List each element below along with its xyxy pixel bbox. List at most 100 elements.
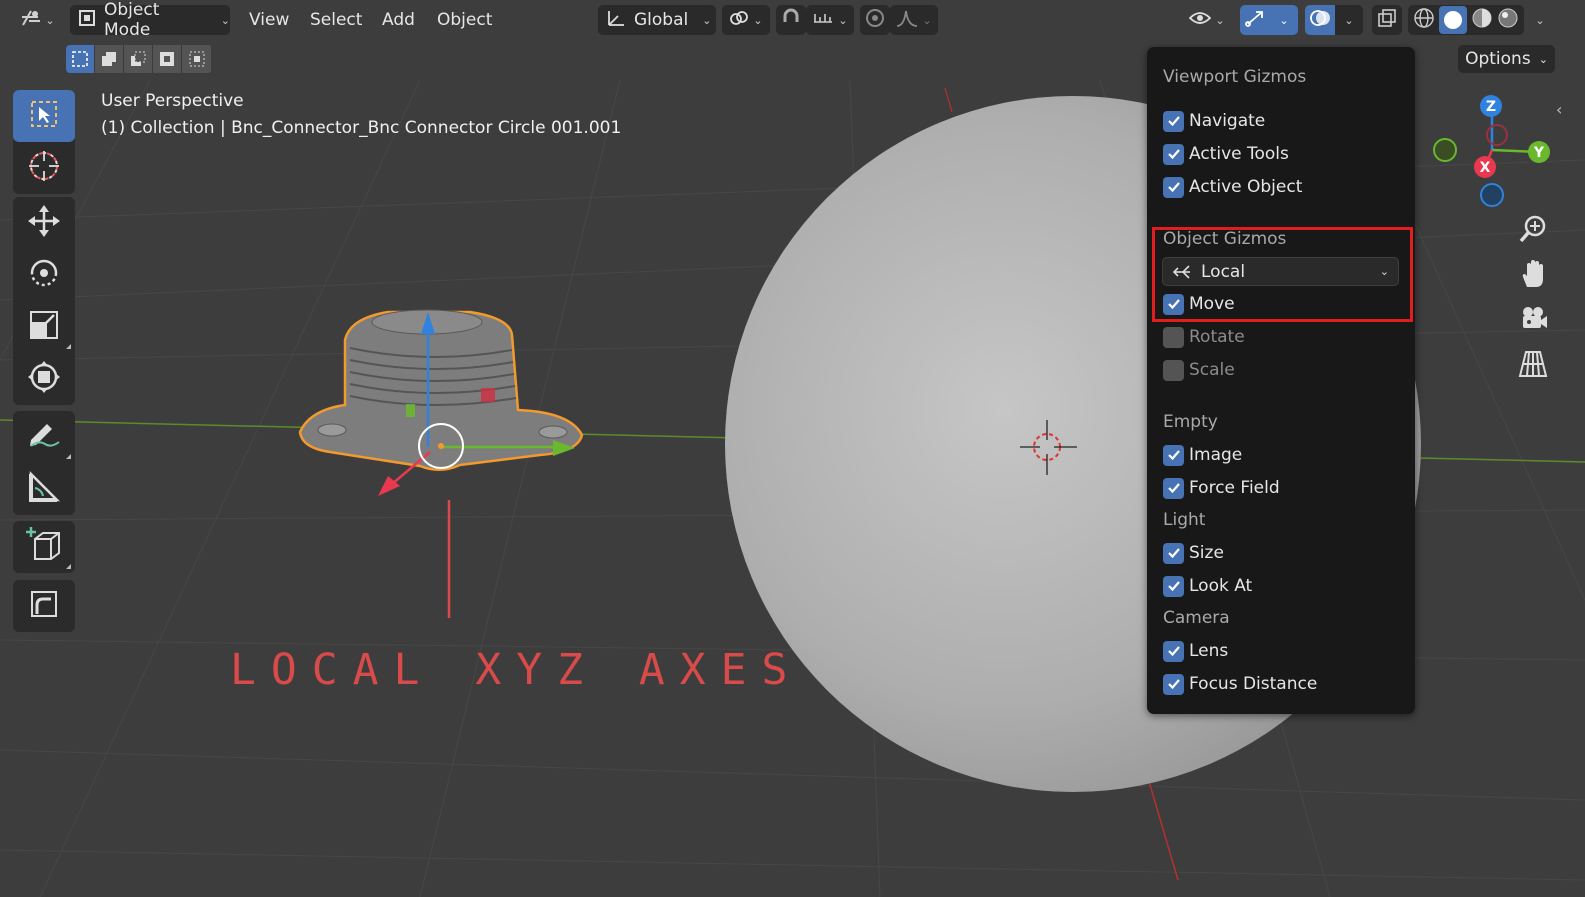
checkbox-label: Rotate [1189,327,1245,347]
snap-toggle[interactable] [776,5,806,35]
menu-add[interactable]: Add [382,5,415,35]
toolbar-annotate-group [13,411,75,515]
viewport-gizmos-popover: Viewport Gizmos Navigate Active Tools Ac… [1147,47,1415,714]
menu-select[interactable]: Select [310,5,362,35]
bend-tool[interactable] [13,580,75,632]
tool-variants-indicator [66,454,71,459]
xray-icon [1377,8,1397,33]
gizmo-toggle[interactable] [1240,5,1270,35]
material-shading-icon[interactable] [1471,7,1493,34]
checkbox-label: Active Object [1189,177,1303,197]
wireframe-shading-icon[interactable] [1413,7,1435,34]
rendered-shading-icon[interactable] [1497,7,1519,34]
zoom-button[interactable] [1512,210,1554,252]
overlays-toggle[interactable] [1305,5,1335,35]
collection-label: (1) Collection | Bnc_Connector_Bnc Conne… [101,118,622,138]
add-cube-tool[interactable] [13,521,75,573]
select-box-tool[interactable] [13,90,75,142]
scale-tool[interactable] [13,301,75,353]
proportional-edit-toggle[interactable] [860,5,890,35]
transform-tool[interactable] [13,353,75,405]
mode-label: Object Mode [104,0,160,40]
chevron-down-icon: ⌄ [1379,265,1389,278]
menu-object[interactable]: Object [437,5,492,35]
checkmark-icon [1163,143,1184,165]
checkbox-active-object[interactable]: Active Object [1163,175,1302,199]
select-new-icon[interactable] [66,45,95,73]
shading-dropdown[interactable]: ⌄ [1526,5,1554,35]
checkbox-box [1163,326,1184,348]
checkbox-scale[interactable]: Scale [1163,358,1235,382]
measure-tool[interactable] [13,463,75,515]
options-button[interactable]: Options ⌄ [1458,45,1555,73]
select-subtract-icon[interactable] [124,45,153,73]
tool-variants-indicator [66,344,71,349]
cursor-tool[interactable] [13,142,75,194]
checkbox-rotate[interactable]: Rotate [1163,325,1245,349]
checkbox-focus-distance[interactable]: Focus Distance [1163,672,1317,696]
chevron-down-icon: ⌄ [45,13,55,27]
viewport-header: ⌄ Object Mode ⌄ View Select Add Object G… [0,0,1585,40]
checkbox-navigate[interactable]: Navigate [1163,109,1265,133]
toolbar-select-group [13,90,75,194]
visibility-button[interactable]: ⌄ [1183,5,1231,35]
checkbox-label: Look At [1189,576,1253,596]
perspective-toggle-button[interactable] [1512,345,1554,387]
checkbox-image[interactable]: Image [1163,443,1242,467]
checkbox-light-size[interactable]: Size [1163,541,1224,565]
navigation-gizmo[interactable]: Z Y X [1425,88,1560,213]
move-tool[interactable] [13,197,75,249]
checkbox-label: Active Tools [1189,144,1289,164]
xray-toggle[interactable] [1372,5,1402,35]
gizmo-x-label: X [1480,160,1491,176]
chevron-down-icon: ⌄ [220,13,230,27]
gizmo-y-label: Y [1533,145,1545,161]
grid-perspective-icon [1518,349,1548,383]
chevron-down-icon: ⌄ [838,13,848,27]
checkbox-move[interactable]: Move [1163,292,1235,316]
checkbox-label: Image [1189,445,1243,465]
checkmark-icon [1163,575,1184,597]
checkbox-force-field[interactable]: Force Field [1163,476,1280,500]
checkbox-lens[interactable]: Lens [1163,639,1228,663]
menu-view[interactable]: View [249,5,289,35]
3d-viewport[interactable]: ⌄ Object Mode ⌄ View Select Add Object G… [0,0,1585,897]
checkbox-label: Lens [1189,641,1229,661]
solid-shading-icon[interactable] [1439,6,1467,34]
pivot-point-button[interactable]: ⌄ [722,5,770,35]
mode-selector[interactable]: Object Mode ⌄ [70,0,230,40]
checkbox-active-tools[interactable]: Active Tools [1163,142,1289,166]
empty-section-title: Empty [1163,412,1218,432]
orientation-axes-icon [604,8,626,33]
local-orientation-icon [1171,263,1193,281]
tool-variants-indicator [66,564,71,569]
pan-button[interactable] [1512,255,1554,297]
checkbox-label: Focus Distance [1189,674,1318,694]
transform-orientation-selector[interactable]: Global ⌄ [598,5,716,35]
sidebar-toggle-icon[interactable]: ‹ [1556,100,1562,119]
chevron-down-icon: ⌄ [1279,13,1289,27]
select-invert-icon[interactable] [153,45,182,73]
orientation-value: Local [1201,261,1246,282]
falloff-button[interactable]: ⌄ [890,5,938,35]
toolbar-edit-group [13,580,75,632]
proportional-edit-icon [865,8,885,33]
select-intersect-icon[interactable] [182,45,211,73]
annotate-tool[interactable] [13,411,75,463]
hand-icon [1518,259,1548,293]
snap-target-button[interactable]: ⌄ [806,5,854,35]
chevron-down-icon: ⌄ [1344,13,1354,27]
camera-view-button[interactable] [1512,300,1554,342]
camera-section-title: Camera [1163,608,1230,628]
select-extend-icon[interactable] [95,45,124,73]
overlays-dropdown[interactable]: ⌄ [1335,5,1363,35]
checkbox-look-at[interactable]: Look At [1163,574,1252,598]
pivot-icon [729,8,749,33]
editor-type-button[interactable]: ⌄ [18,5,58,35]
toolbar-transform-group [13,197,75,405]
checkbox-box [1163,359,1184,381]
gizmo-dropdown[interactable]: ⌄ [1270,5,1298,35]
chevron-down-icon: ⌄ [1538,52,1548,66]
rotate-tool[interactable] [13,249,75,301]
object-gizmo-orientation-select[interactable]: Local ⌄ [1162,257,1399,286]
